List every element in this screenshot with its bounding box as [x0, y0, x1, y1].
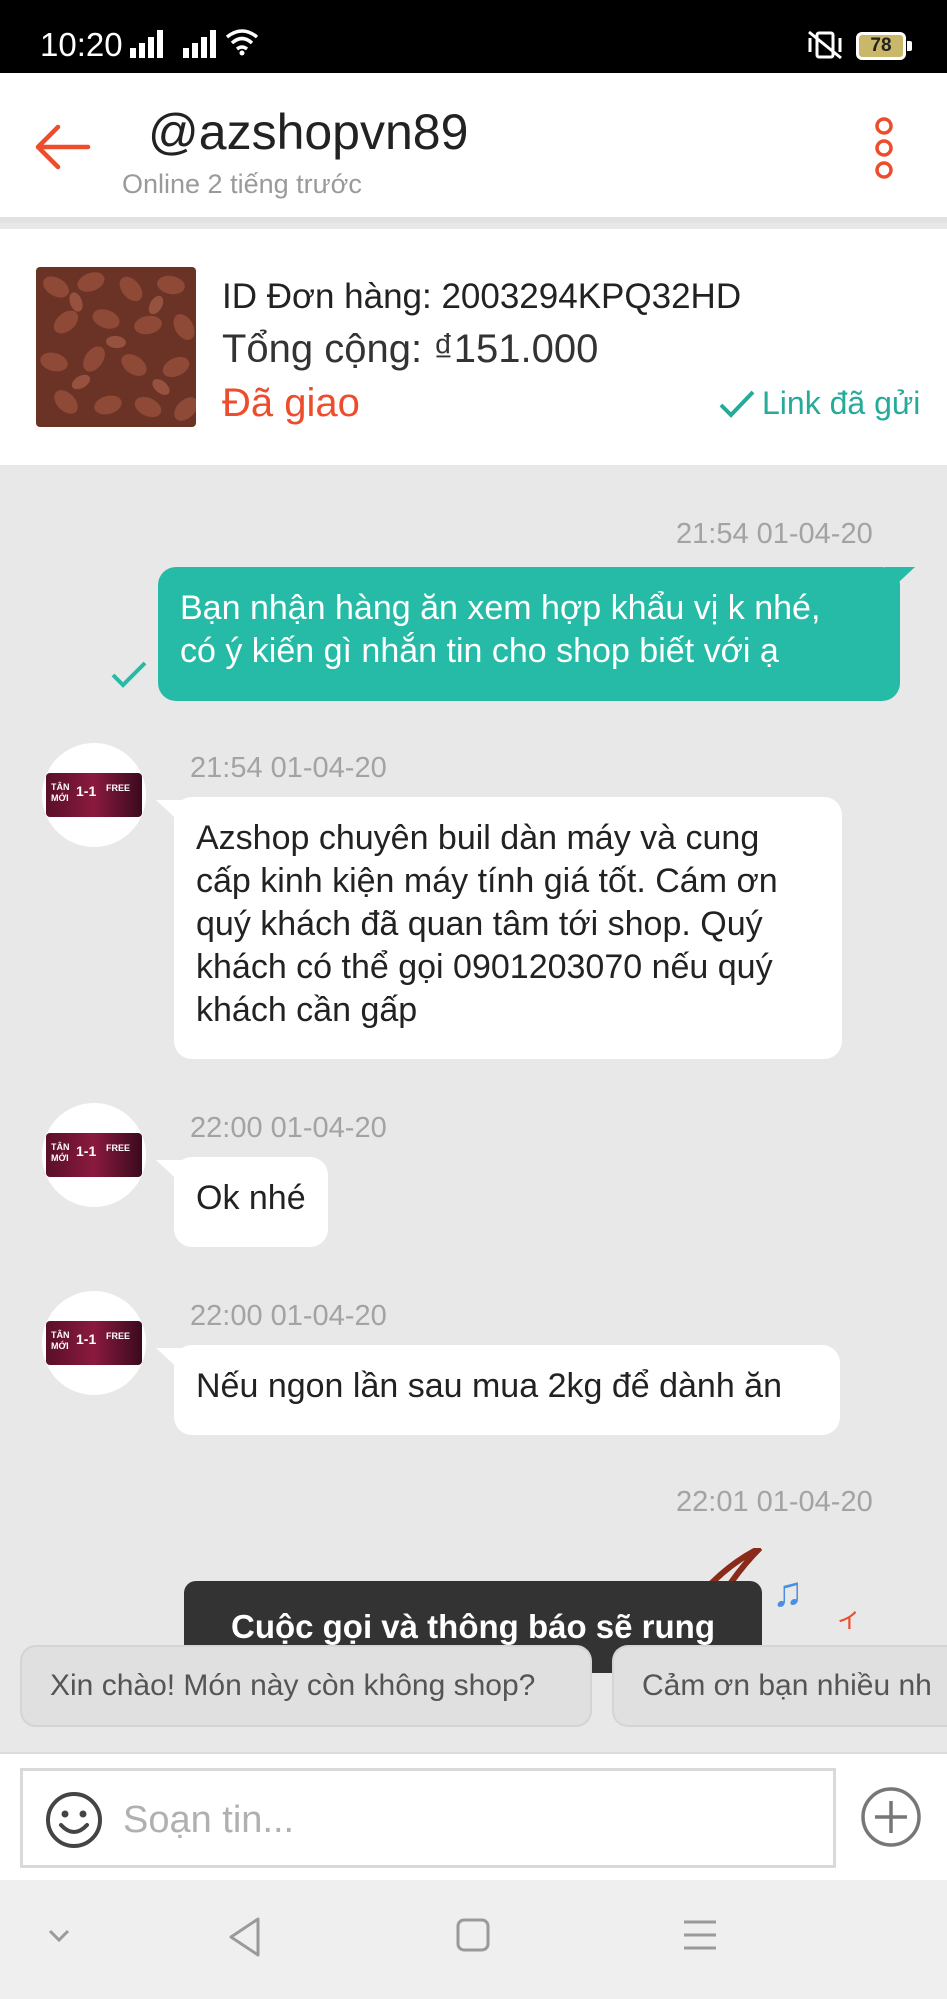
message-text-line: quý khách đã quan tâm tới shop. Quý: [196, 905, 763, 943]
home-nav-icon[interactable]: [454, 1916, 492, 1954]
system-navigation-bar: [0, 1880, 947, 1999]
vibrate-mute-icon: [808, 30, 842, 60]
message-timestamp: 22:00 01-04-20: [190, 1300, 387, 1332]
add-attachment-icon[interactable]: [860, 1786, 922, 1848]
order-total: Tổng cộng: ₫151.000: [222, 327, 599, 371]
message-text-line: Bạn nhận hàng ăn xem hợp khẩu vị k nhé,: [180, 589, 821, 627]
message-timestamp: 21:54 01-04-20: [676, 518, 873, 550]
more-options-icon[interactable]: [872, 117, 896, 179]
order-id: ID Đơn hàng: 2003294KPQ32HD: [222, 277, 742, 316]
status-bar: 10:20 78: [0, 0, 947, 73]
back-arrow-icon[interactable]: [32, 117, 92, 177]
collapse-nav-icon[interactable]: [44, 1920, 74, 1950]
incoming-message-bubble[interactable]: Azshop chuyên buil dàn máy và cung cấp k…: [174, 797, 842, 1059]
order-card[interactable]: ID Đơn hàng: 2003294KPQ32HD Tổng cộng: ₫…: [0, 229, 947, 465]
message-text-line: Azshop chuyên buil dàn máy và cung: [196, 819, 760, 857]
shop-avatar[interactable]: TÂN MỚI 1-1 FREE: [42, 1291, 146, 1395]
signal-icon: [130, 30, 216, 58]
message-text: Nếu ngon lần sau mua 2kg để dành ăn: [196, 1367, 783, 1405]
quick-reply-chip[interactable]: Xin chào! Món này còn không shop?: [20, 1645, 592, 1727]
sticker-fragment-icon: ィ: [836, 1603, 863, 1633]
message-input-bar: Soạn tin...: [0, 1752, 947, 1880]
sent-check-icon: [111, 661, 147, 688]
battery-indicator: 78: [856, 32, 912, 60]
shop-username[interactable]: @azshopvn89: [148, 103, 468, 161]
shop-avatar[interactable]: TÂN MỚI 1-1 FREE: [42, 1103, 146, 1207]
product-thumbnail: [36, 267, 196, 427]
chat-header: @azshopvn89 Online 2 tiếng trước: [0, 73, 947, 223]
shop-avatar[interactable]: TÂN MỚI 1-1 FREE: [42, 743, 146, 847]
message-timestamp: 22:01 01-04-20: [676, 1486, 873, 1518]
incoming-message-bubble[interactable]: Ok nhé: [174, 1157, 328, 1247]
online-status: Online 2 tiếng trước: [122, 169, 362, 199]
incoming-message-bubble[interactable]: Nếu ngon lần sau mua 2kg để dành ăn: [174, 1345, 840, 1435]
message-text-line: khách có thể gọi 0901203070 nếu quý: [196, 948, 773, 986]
status-time: 10:20: [40, 26, 123, 63]
check-icon: [719, 390, 755, 418]
message-timestamp: 21:54 01-04-20: [190, 752, 387, 784]
wifi-icon: [225, 29, 259, 56]
recents-nav-icon[interactable]: [680, 1918, 720, 1952]
music-note-icon: ♫: [772, 1568, 804, 1615]
order-status: Đã giao: [222, 381, 360, 425]
link-sent-status: Link đã gửi: [718, 385, 920, 422]
message-text-line: khách cần gấp: [196, 991, 418, 1029]
back-nav-icon[interactable]: [226, 1916, 264, 1958]
message-input[interactable]: Soạn tin...: [20, 1768, 836, 1868]
quick-reply-chip[interactable]: Cảm ơn bạn nhiều nh: [612, 1645, 947, 1727]
message-input-placeholder: Soạn tin...: [123, 1799, 295, 1841]
message-text-line: có ý kiến gì nhắn tin cho shop biết với …: [180, 632, 779, 670]
emoji-icon[interactable]: [45, 1791, 103, 1849]
message-text: Ok nhé: [196, 1179, 306, 1217]
link-sent-label: Link đã gửi: [762, 385, 921, 421]
message-timestamp: 22:00 01-04-20: [190, 1112, 387, 1144]
outgoing-message-bubble[interactable]: Bạn nhận hàng ăn xem hợp khẩu vị k nhé, …: [158, 567, 900, 701]
message-text-line: cấp kinh kiện máy tính giá tốt. Cám ơn: [196, 862, 778, 900]
